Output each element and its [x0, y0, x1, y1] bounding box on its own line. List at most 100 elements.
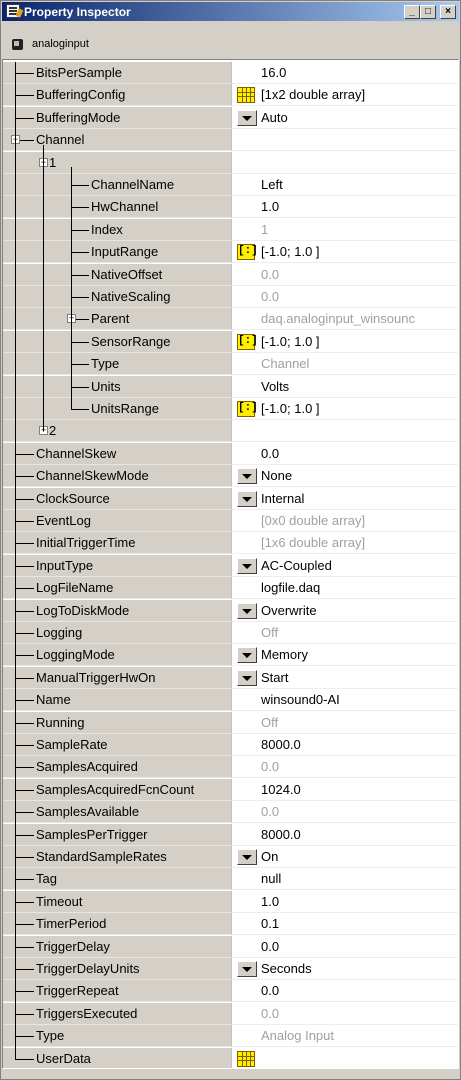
property-value[interactable]: 0.1	[261, 916, 279, 931]
property-value-cell[interactable]: AC-Coupled	[231, 554, 458, 577]
property-name-cell[interactable]: TimerPeriod	[3, 913, 231, 936]
property-row[interactable]: Type Analog Input	[3, 1025, 458, 1048]
property-value-cell[interactable]: 0.1	[231, 913, 458, 936]
property-row[interactable]: BitsPerSample 16.0	[3, 62, 458, 84]
property-value[interactable]: Overwrite	[261, 603, 317, 618]
property-value[interactable]: 8000.0	[261, 827, 301, 842]
property-name-cell[interactable]: ChannelSkew	[3, 442, 231, 465]
property-row[interactable]: +2	[3, 420, 458, 443]
property-row[interactable]: TriggerDelayUnits Seconds	[3, 958, 458, 980]
property-name-cell[interactable]: Type	[3, 1025, 231, 1048]
property-name-cell[interactable]: Logging	[3, 622, 231, 644]
property-value-cell[interactable]: 0.0	[231, 1002, 458, 1025]
property-name-cell[interactable]: UserData	[3, 1047, 231, 1068]
property-row[interactable]: Tag null	[3, 868, 458, 891]
property-value-cell[interactable]: null	[231, 868, 458, 891]
property-name-cell[interactable]: TriggerDelay	[3, 935, 231, 958]
property-name-cell[interactable]: BitsPerSample	[3, 62, 231, 84]
property-value-cell[interactable]: [1x6 double array]	[231, 532, 458, 555]
property-name-cell[interactable]: ClockSource	[3, 487, 231, 510]
close-button[interactable]: ×	[440, 5, 456, 19]
property-row[interactable]: Logging Off	[3, 622, 458, 644]
property-value-cell[interactable]: 0.0	[231, 801, 458, 824]
property-name-cell[interactable]: ChannelSkewMode	[3, 465, 231, 488]
property-value[interactable]: logfile.daq	[261, 580, 320, 595]
property-name-cell[interactable]: SamplesAcquired	[3, 756, 231, 779]
property-value[interactable]: 1024.0	[261, 782, 301, 797]
property-name-cell[interactable]: BufferingMode	[3, 106, 231, 129]
property-value-cell[interactable]: winsound0-AI	[231, 689, 458, 712]
property-value[interactable]: Left	[261, 177, 283, 192]
property-row[interactable]: TriggersExecuted 0.0	[3, 1002, 458, 1025]
dropdown-icon[interactable]	[237, 109, 257, 126]
dropdown-icon[interactable]	[237, 647, 257, 664]
property-value-cell[interactable]: 1	[231, 218, 458, 241]
array-icon[interactable]	[237, 1050, 255, 1067]
property-value[interactable]: On	[261, 849, 278, 864]
property-value[interactable]: 8000.0	[261, 737, 301, 752]
title-bar[interactable]: Property Inspector _ □ ×	[2, 2, 459, 21]
vector-icon[interactable]: [:]	[237, 244, 258, 261]
minimize-button[interactable]: _	[404, 5, 420, 19]
property-name-cell[interactable]: Tag	[3, 868, 231, 891]
property-name-cell[interactable]: TriggerRepeat	[3, 980, 231, 1003]
property-value-cell[interactable]: [:] [-1.0; 1.0 ]	[231, 398, 458, 420]
property-name-cell[interactable]: Type	[3, 353, 231, 376]
property-value-cell[interactable]: None	[231, 465, 458, 488]
property-row[interactable]: TriggerRepeat 0.0	[3, 980, 458, 1003]
property-value[interactable]: Auto	[261, 110, 288, 125]
property-name-cell[interactable]: ChannelName	[3, 174, 231, 196]
property-name-cell[interactable]: ManualTriggerHwOn	[3, 666, 231, 689]
dropdown-icon[interactable]	[237, 490, 257, 507]
property-name-cell[interactable]: +2	[3, 420, 231, 443]
property-row[interactable]: ManualTriggerHwOn Start	[3, 666, 458, 689]
property-value-cell[interactable]: Off	[231, 622, 458, 644]
property-name-cell[interactable]: StandardSampleRates	[3, 846, 231, 868]
property-value-cell[interactable]: 8000.0	[231, 734, 458, 756]
property-value-cell[interactable]: 0.0	[231, 756, 458, 779]
dropdown-icon[interactable]	[237, 669, 257, 686]
property-value-cell[interactable]	[231, 1047, 458, 1068]
property-name-cell[interactable]: NativeScaling	[3, 286, 231, 308]
property-value[interactable]: Start	[261, 670, 288, 685]
array-icon[interactable]	[237, 87, 255, 104]
property-name-cell[interactable]: Index	[3, 218, 231, 241]
property-value-cell[interactable]: Seconds	[231, 958, 458, 980]
property-name-cell[interactable]: TriggerDelayUnits	[3, 958, 231, 980]
property-row[interactable]: TriggerDelay 0.0	[3, 935, 458, 958]
property-value-cell[interactable]: 0.0	[231, 935, 458, 958]
property-value[interactable]: AC-Coupled	[261, 558, 332, 573]
property-row[interactable]: Running Off	[3, 711, 458, 734]
property-row[interactable]: ChannelSkewMode None	[3, 465, 458, 488]
property-name-cell[interactable]: Timeout	[3, 890, 231, 913]
property-value-cell[interactable]: Channel	[231, 353, 458, 376]
property-value-cell[interactable]: Start	[231, 666, 458, 689]
property-row[interactable]: SamplesAcquiredFcnCount 1024.0	[3, 778, 458, 801]
property-name-cell[interactable]: TriggersExecuted	[3, 1002, 231, 1025]
property-value[interactable]: 0.0	[261, 983, 279, 998]
property-row[interactable]: InitialTriggerTime [1x6 double array]	[3, 532, 458, 555]
property-value[interactable]: 1.0	[261, 199, 279, 214]
property-value-cell[interactable]: [1x2 double array]	[231, 84, 458, 107]
property-row[interactable]: BufferingMode Auto	[3, 106, 458, 129]
property-row[interactable]: ClockSource Internal	[3, 487, 458, 510]
property-value[interactable]: Seconds	[261, 961, 312, 976]
property-name-cell[interactable]: InputType	[3, 554, 231, 577]
property-value-cell[interactable]: On	[231, 846, 458, 868]
property-row[interactable]: SampleRate 8000.0	[3, 734, 458, 756]
property-name-cell[interactable]: UnitsRange	[3, 398, 231, 420]
property-grid[interactable]: BitsPerSample 16.0 BufferingConfig [1x2 dou…	[2, 59, 459, 1069]
property-name-cell[interactable]: SamplesAvailable	[3, 801, 231, 824]
property-value[interactable]: 16.0	[261, 65, 286, 80]
property-name-cell[interactable]: InputRange	[3, 241, 231, 264]
property-row[interactable]: LogFileName logfile.daq	[3, 577, 458, 600]
property-name-cell[interactable]: − Channel	[3, 129, 231, 152]
property-name-cell[interactable]: Running	[3, 711, 231, 734]
property-row[interactable]: − Channel	[3, 129, 458, 152]
property-name-cell[interactable]: EventLog	[3, 510, 231, 532]
property-name-cell[interactable]: LogFileName	[3, 577, 231, 600]
property-row[interactable]: InputType AC-Coupled	[3, 554, 458, 577]
property-value[interactable]: Volts	[261, 379, 289, 394]
property-name-cell[interactable]: SensorRange	[3, 330, 231, 353]
property-row[interactable]: StandardSampleRates On	[3, 846, 458, 868]
